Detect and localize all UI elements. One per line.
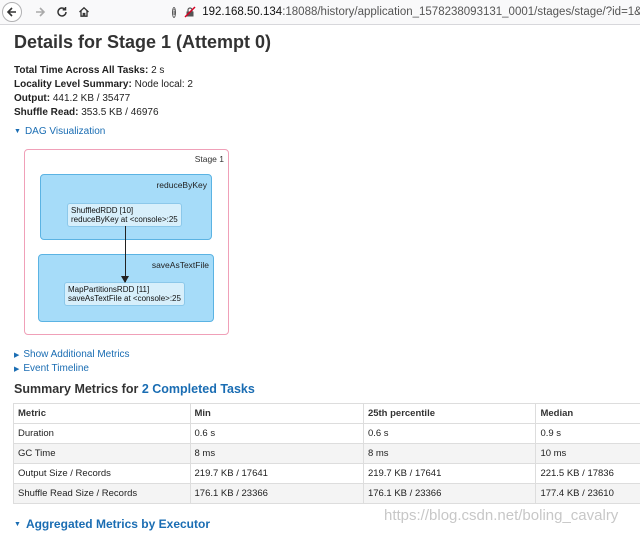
arrow-head-icon — [121, 276, 129, 283]
summary-metrics-table: Metric Min 25th percentile Median Durati… — [13, 403, 640, 504]
table-header-row: Metric Min 25th percentile Median — [13, 403, 640, 424]
summary-output: Output: 441.2 KB / 35477 — [14, 93, 131, 104]
page-title: Details for Stage 1 (Attempt 0) — [14, 32, 272, 52]
cluster-label: reduceByKey — [156, 180, 207, 190]
event-timeline-label: Event Timeline — [23, 363, 89, 374]
table-row: Output Size / Records 219.7 KB / 17641 2… — [13, 463, 640, 484]
cluster-reducebykey[interactable]: reduceByKey ShuffledRDD [10] reduceByKey… — [40, 174, 212, 240]
completed-tasks-link[interactable]: 2 Completed Tasks — [142, 382, 255, 396]
stage-label: Stage 1 — [194, 154, 224, 164]
column-header-median[interactable]: Median — [535, 403, 640, 424]
insecure-lock-icon[interactable] — [184, 6, 196, 18]
watermark: https://blog.csdn.net/boling_cavalry — [384, 507, 619, 524]
show-additional-metrics-toggle[interactable]: ▶ Show Additional Metrics — [14, 349, 130, 360]
browser-toolbar: i 192.168.50.134:18088/history/applicati… — [0, 0, 640, 25]
dag-visualization-label: DAG Visualization — [24, 126, 106, 137]
column-header-metric[interactable]: Metric — [13, 403, 191, 424]
arrow-left-icon — [6, 7, 16, 17]
home-icon — [79, 6, 89, 17]
summary-shuffle-read: Shuffle Read: 353.5 KB / 46976 — [14, 107, 159, 118]
triangle-down-icon: ▼ — [14, 128, 21, 135]
home-button[interactable] — [74, 2, 94, 22]
rdd-node-shuffledrdd[interactable]: ShuffledRDD [10] reduceByKey at <console… — [67, 203, 182, 227]
stage-summary: Total Time Across All Tasks: 2 s Localit… — [14, 64, 193, 120]
url-host: 192.168.50.134 — [202, 6, 283, 18]
rdd-node-mappartitionsrdd[interactable]: MapPartitionsRDD [11] saveAsTextFile at … — [64, 282, 185, 306]
cluster-saveastextfile[interactable]: saveAsTextFile MapPartitionsRDD [11] sav… — [38, 254, 214, 322]
table-row: Duration 0.6 s 0.6 s 0.9 s — [13, 423, 640, 444]
table-row: GC Time 8 ms 8 ms 10 ms — [13, 443, 640, 464]
cluster-label: saveAsTextFile — [151, 260, 209, 270]
aggregated-metrics-toggle[interactable]: ▼ Aggregated Metrics by Executor — [14, 517, 210, 531]
dag-edge — [125, 226, 126, 282]
back-button[interactable] — [2, 2, 22, 22]
forward-button[interactable] — [30, 2, 50, 22]
dag-stage-box[interactable]: Stage 1 reduceByKey ShuffledRDD [10] red… — [24, 149, 229, 335]
event-timeline-toggle[interactable]: ▶ Event Timeline — [14, 363, 89, 374]
aggregated-metrics-label: Aggregated Metrics by Executor — [25, 517, 210, 531]
triangle-down-icon: ▼ — [14, 520, 21, 528]
reload-button[interactable] — [52, 2, 72, 22]
summary-metrics-title: Summary Metrics for 2 Completed Tasks — [14, 382, 255, 396]
reload-icon — [57, 7, 67, 17]
triangle-right-icon: ▶ — [14, 351, 20, 359]
url-path: :18088/history/application_1578238093131… — [282, 6, 640, 18]
summary-locality: Locality Level Summary: Node local: 2 — [14, 79, 193, 90]
info-icon[interactable]: i — [172, 6, 177, 18]
column-header-min[interactable]: Min — [189, 403, 364, 424]
dag-visualization-toggle[interactable]: ▼ DAG Visualization — [14, 126, 105, 137]
table-row: Shuffle Read Size / Records 176.1 KB / 2… — [13, 483, 640, 504]
additional-metrics-label: Show Additional Metrics — [23, 349, 130, 360]
summary-total-time: Total Time Across All Tasks: 2 s — [14, 65, 165, 76]
arrow-right-icon — [36, 7, 46, 17]
address-bar[interactable]: i 192.168.50.134:18088/history/applicati… — [172, 2, 640, 22]
column-header-25th[interactable]: 25th percentile — [362, 403, 537, 424]
triangle-right-icon: ▶ — [14, 365, 20, 373]
